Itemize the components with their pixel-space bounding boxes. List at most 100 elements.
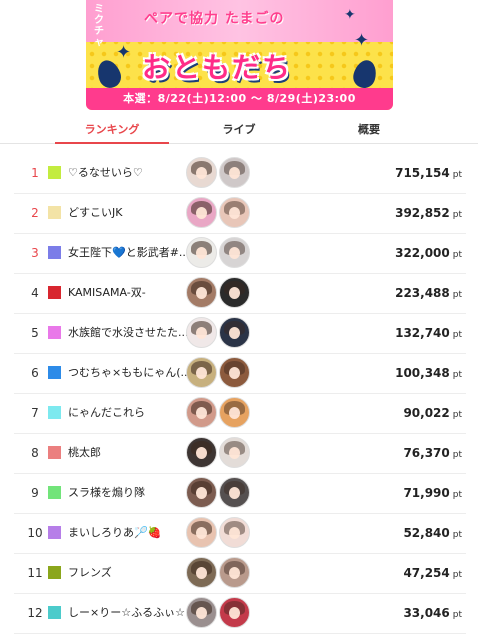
ranking-row[interactable]: 5 水族館で水没させたた... 132,740 pt <box>14 313 466 354</box>
team-name[interactable]: しー×りー☆ふるふぃ☆ <box>68 593 198 633</box>
score-unit: pt <box>452 290 462 300</box>
score-value: 52,840 <box>403 526 450 540</box>
member-avatar[interactable] <box>186 477 217 508</box>
team-name[interactable]: ♡るなせいら♡ <box>68 153 198 193</box>
member-avatar[interactable] <box>219 357 250 388</box>
member-avatar[interactable] <box>219 237 250 268</box>
ranking-row[interactable]: 1 ♡るなせいら♡ 715,154 pt <box>14 153 466 194</box>
team-name[interactable]: まいしろりあ🏸🍓 <box>68 513 198 553</box>
ranking-row[interactable]: 3 女王陛下💙と影武者#... 322,000 pt <box>14 233 466 274</box>
member-avatar[interactable] <box>186 597 217 628</box>
member-avatar[interactable] <box>186 237 217 268</box>
member-avatar[interactable] <box>219 477 250 508</box>
team-name[interactable]: 女王陛下💙と影武者#... <box>68 233 198 273</box>
member-avatar[interactable] <box>219 517 250 548</box>
team-name[interactable]: 水族館で水没させたた... <box>68 313 198 353</box>
banner-title-line1: ペアで協力 たまごの <box>144 11 285 27</box>
rank-number: 9 <box>31 486 39 500</box>
member-avatar[interactable] <box>186 197 217 228</box>
member-avatar[interactable] <box>186 557 217 588</box>
member-avatar[interactable] <box>219 157 250 188</box>
team-color-swatch <box>48 326 61 339</box>
team-score: 33,046 pt <box>403 593 462 633</box>
rank-number: 12 <box>27 606 43 620</box>
rank-number: 7 <box>31 406 39 420</box>
tab-ranking[interactable]: ランキング <box>55 117 169 143</box>
rank-number: 3 <box>31 246 39 260</box>
sparkle-icon: ✦ <box>116 42 132 63</box>
rank-number: 8 <box>31 446 39 460</box>
member-avatar[interactable] <box>219 597 250 628</box>
member-avatar[interactable] <box>219 317 250 348</box>
team-score: 132,740 pt <box>395 313 462 353</box>
member-avatar[interactable] <box>219 557 250 588</box>
team-name[interactable]: KAMISAMA-双- <box>68 273 198 313</box>
team-score: 47,254 pt <box>403 553 462 593</box>
member-avatar[interactable] <box>186 517 217 548</box>
team-color-swatch <box>48 246 61 259</box>
member-avatar[interactable] <box>186 317 217 348</box>
team-color-swatch <box>48 366 61 379</box>
team-score: 322,000 pt <box>395 233 462 273</box>
team-name[interactable]: どすこいJK <box>68 193 198 233</box>
tab-bar: ランキング ライブ 概要 <box>0 117 478 144</box>
rank-number: 11 <box>27 566 43 580</box>
team-score: 52,840 pt <box>403 513 462 553</box>
team-color-swatch <box>48 446 61 459</box>
team-color-swatch <box>48 606 61 619</box>
tab-live[interactable]: ライブ <box>182 117 296 143</box>
member-avatar[interactable] <box>219 437 250 468</box>
ranking-row[interactable]: 4 KAMISAMA-双- 223,488 pt <box>14 273 466 314</box>
score-value: 47,254 <box>403 566 450 580</box>
score-value: 392,852 <box>395 206 450 220</box>
event-period: 本選：8/22(土)12:00 〜 8/29(土)23:00 <box>86 88 393 110</box>
score-unit: pt <box>452 530 462 540</box>
team-name[interactable]: つむちゃ×ももにゃん(... <box>68 353 198 393</box>
rank-number: 6 <box>31 366 39 380</box>
member-avatar[interactable] <box>186 277 217 308</box>
score-unit: pt <box>452 330 462 340</box>
member-avatar[interactable] <box>219 197 250 228</box>
team-color-swatch <box>48 486 61 499</box>
team-name[interactable]: スラ様を煽り隊 <box>68 473 198 513</box>
score-value: 76,370 <box>403 446 450 460</box>
event-banner[interactable]: ミクチャ ペアで協力 たまごの おともだち ✦ ✦ ✦ 本選：8/22(土)12… <box>86 0 393 110</box>
rank-number: 5 <box>31 326 39 340</box>
team-name[interactable]: 桃太郎 <box>68 433 198 473</box>
team-color-swatch <box>48 406 61 419</box>
team-score: 715,154 pt <box>395 153 462 193</box>
member-avatar[interactable] <box>186 157 217 188</box>
rank-number: 2 <box>31 206 39 220</box>
member-avatar[interactable] <box>186 357 217 388</box>
member-avatar[interactable] <box>219 397 250 428</box>
member-avatar[interactable] <box>186 397 217 428</box>
ranking-row[interactable]: 2 どすこいJK 392,852 pt <box>14 193 466 234</box>
ranking-row[interactable]: 7 にゃんだこれら 90,022 pt <box>14 393 466 434</box>
score-unit: pt <box>452 250 462 260</box>
member-avatar[interactable] <box>186 437 217 468</box>
ranking-row[interactable]: 6 つむちゃ×ももにゃん(... 100,348 pt <box>14 353 466 394</box>
score-unit: pt <box>452 370 462 380</box>
rank-number: 10 <box>27 526 43 540</box>
team-score: 100,348 pt <box>395 353 462 393</box>
member-avatar[interactable] <box>219 277 250 308</box>
score-unit: pt <box>452 210 462 220</box>
score-value: 132,740 <box>395 326 450 340</box>
ranking-row[interactable]: 12 しー×りー☆ふるふぃ☆ 33,046 pt <box>14 593 466 634</box>
score-value: 71,990 <box>403 486 450 500</box>
tab-overview[interactable]: 概要 <box>312 117 426 143</box>
team-color-swatch <box>48 166 61 179</box>
team-color-swatch <box>48 286 61 299</box>
score-unit: pt <box>452 490 462 500</box>
ranking-row[interactable]: 10 まいしろりあ🏸🍓 52,840 pt <box>14 513 466 554</box>
team-color-swatch <box>48 526 61 539</box>
score-value: 223,488 <box>395 286 450 300</box>
ranking-row[interactable]: 9 スラ様を煽り隊 71,990 pt <box>14 473 466 514</box>
score-value: 33,046 <box>403 606 450 620</box>
sparkle-icon: ✦ <box>344 7 356 23</box>
ranking-row[interactable]: 11 フレンズ 47,254 pt <box>14 553 466 594</box>
score-unit: pt <box>452 410 462 420</box>
team-name[interactable]: にゃんだこれら <box>68 393 198 433</box>
team-name[interactable]: フレンズ <box>68 553 198 593</box>
ranking-row[interactable]: 8 桃太郎 76,370 pt <box>14 433 466 474</box>
